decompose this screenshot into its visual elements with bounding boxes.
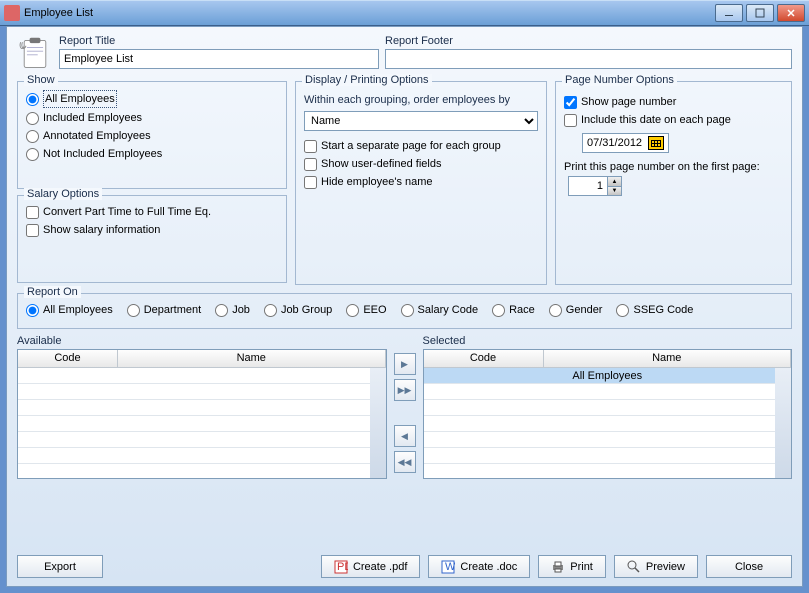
radio-ron-eeo[interactable] xyxy=(346,304,359,317)
radio-annotated[interactable] xyxy=(26,130,39,143)
pagenum-group: Page Number Options Show page number Inc… xyxy=(555,81,792,285)
show-legend: Show xyxy=(24,74,58,86)
spin-up[interactable]: ▲ xyxy=(607,177,621,186)
window-title: Employee List xyxy=(24,7,93,19)
app-icon xyxy=(4,5,20,21)
close-button[interactable] xyxy=(777,4,805,22)
date-text: 07/31/2012 xyxy=(587,137,642,149)
available-label: Available xyxy=(17,335,387,347)
move-all-right-button[interactable]: ▶▶ xyxy=(394,379,416,401)
available-col-name[interactable]: Name xyxy=(118,350,386,367)
first-page-input[interactable] xyxy=(569,177,607,195)
clipboard-icon xyxy=(17,35,53,71)
move-all-left-button[interactable]: ◀◀ xyxy=(394,451,416,473)
magnifier-icon xyxy=(627,560,641,574)
salary-legend: Salary Options xyxy=(24,188,102,200)
display-group: Display / Printing Options Within each g… xyxy=(295,81,547,285)
check-show-salary[interactable] xyxy=(26,224,39,237)
selected-label: Selected xyxy=(423,335,793,347)
radio-ron-gender[interactable] xyxy=(549,304,562,317)
radio-not-included[interactable] xyxy=(26,148,39,161)
salary-group: Salary Options Convert Part Time to Full… xyxy=(17,195,287,283)
order-select[interactable]: Name xyxy=(304,111,538,131)
show-group: Show All Employees Included Employees An… xyxy=(17,81,287,189)
pdf-icon: PDF xyxy=(334,560,348,574)
print-first-label: Print this page number on the first page… xyxy=(564,161,783,173)
spin-down[interactable]: ▼ xyxy=(607,186,621,195)
preview-button[interactable]: Preview xyxy=(614,555,698,578)
create-pdf-button[interactable]: PDF Create .pdf xyxy=(321,555,420,578)
close-footer-button[interactable]: Close xyxy=(706,555,792,578)
svg-text:PDF: PDF xyxy=(337,561,348,573)
radio-included[interactable] xyxy=(26,112,39,125)
radio-ron-job[interactable] xyxy=(215,304,228,317)
report-footer-input[interactable] xyxy=(385,49,792,69)
pagenum-legend: Page Number Options xyxy=(562,74,677,86)
print-button[interactable]: Print xyxy=(538,555,606,578)
check-udf[interactable] xyxy=(304,158,317,171)
check-hide-name[interactable] xyxy=(304,176,317,189)
check-show-pagenum[interactable] xyxy=(564,96,577,109)
order-label: Within each grouping, order employees by xyxy=(304,94,538,106)
selected-listbox[interactable]: Code Name All Employees xyxy=(423,349,793,479)
maximize-button[interactable] xyxy=(746,4,774,22)
export-button[interactable]: Export xyxy=(17,555,103,578)
titlebar: Employee List xyxy=(0,0,809,26)
minimize-button[interactable] xyxy=(715,4,743,22)
radio-ron-sseg[interactable] xyxy=(616,304,629,317)
check-separate-page[interactable] xyxy=(304,140,317,153)
radio-ron-dept[interactable] xyxy=(127,304,140,317)
radio-ron-jobgroup[interactable] xyxy=(264,304,277,317)
calendar-icon[interactable] xyxy=(648,136,664,150)
radio-ron-race[interactable] xyxy=(492,304,505,317)
available-listbox[interactable]: Code Name xyxy=(17,349,387,479)
check-include-date[interactable] xyxy=(564,114,577,127)
selected-row-all[interactable]: All Employees xyxy=(424,368,792,384)
create-doc-button[interactable]: W Create .doc xyxy=(428,555,530,578)
check-convert-pt[interactable] xyxy=(26,206,39,219)
report-title-label: Report Title xyxy=(59,35,379,47)
radio-all-employees[interactable] xyxy=(26,93,39,106)
doc-icon: W xyxy=(441,560,455,574)
date-box[interactable]: 07/31/2012 xyxy=(582,133,669,153)
report-on-group: Report On All Employees Department Job J… xyxy=(17,293,792,329)
move-right-button[interactable]: ▶ xyxy=(394,353,416,375)
selected-col-code[interactable]: Code xyxy=(424,350,544,367)
selected-col-name[interactable]: Name xyxy=(544,350,792,367)
svg-text:W: W xyxy=(445,561,455,573)
available-col-code[interactable]: Code xyxy=(18,350,118,367)
display-legend: Display / Printing Options xyxy=(302,74,432,86)
printer-icon xyxy=(551,560,565,574)
move-left-button[interactable]: ◀ xyxy=(394,425,416,447)
report-footer-label: Report Footer xyxy=(385,35,792,47)
report-on-legend: Report On xyxy=(24,286,81,298)
radio-ron-all[interactable] xyxy=(26,304,39,317)
footer-bar: Export PDF Create .pdf W Create .doc Pri… xyxy=(7,549,802,586)
report-title-input[interactable] xyxy=(59,49,379,69)
radio-ron-salcode[interactable] xyxy=(401,304,414,317)
